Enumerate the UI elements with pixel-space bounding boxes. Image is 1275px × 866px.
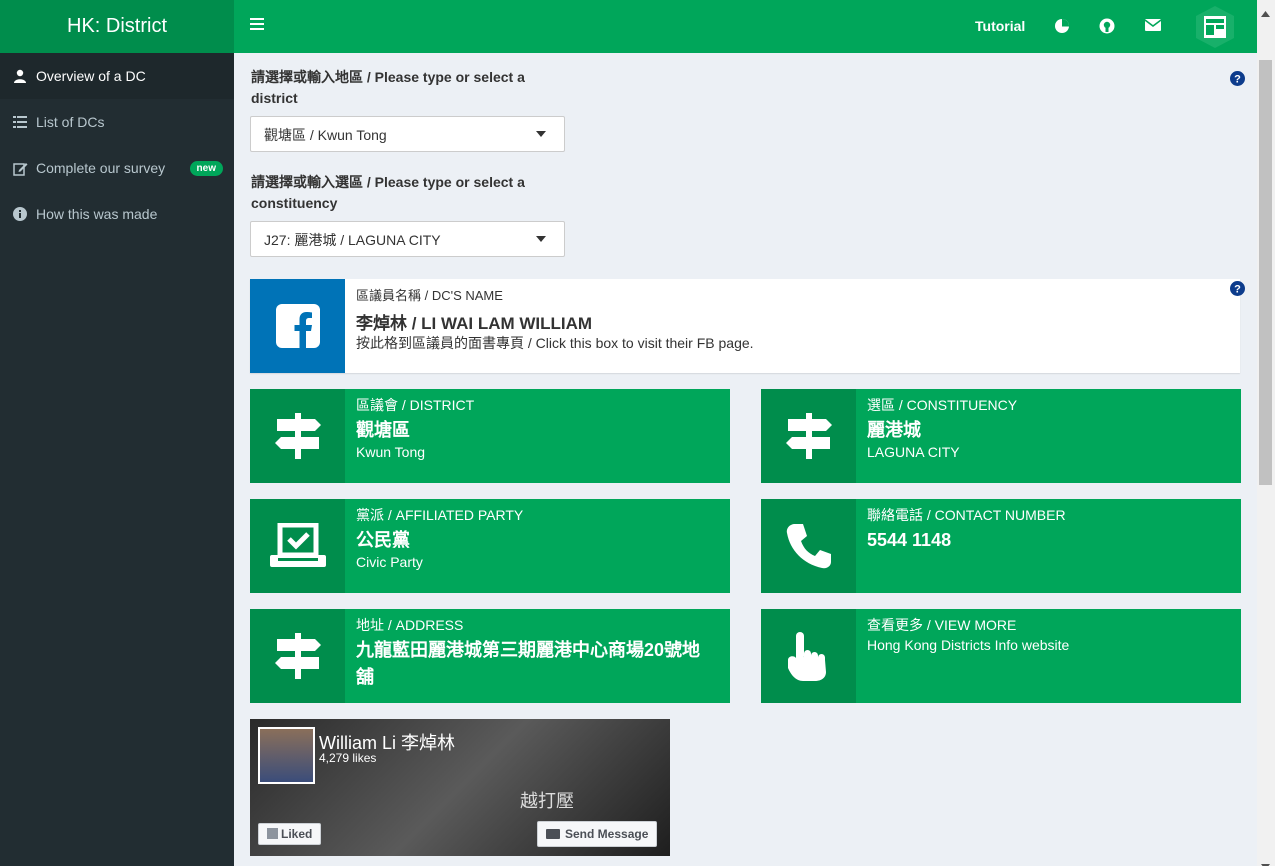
dc-name: 李焯林 / LI WAI LAM WILLIAM <box>356 314 593 333</box>
sidebar-item-label: List of DCs <box>36 114 105 130</box>
edit-icon <box>12 160 28 176</box>
party-info-box: 黨派 / AFFILIATED PARTY 公民黨 Civic Party <box>250 499 730 593</box>
address-key: 地址 / ADDRESS <box>356 617 464 633</box>
sidebar-item-list[interactable]: List of DCs <box>0 99 234 145</box>
message-icon <box>546 829 560 839</box>
scrollbar-thumb[interactable] <box>1259 60 1272 485</box>
new-badge: new <box>189 161 223 176</box>
constituency-select-label: 請選擇或輸入選區 / Please type or select a const… <box>251 174 525 211</box>
liked-button[interactable]: Liked <box>258 823 322 845</box>
chevron-down-icon <box>536 236 546 242</box>
info-icon <box>12 206 28 222</box>
cover-slogan: 越打壓 <box>520 791 574 812</box>
sidebar-item-label: Complete our survey <box>36 160 166 176</box>
svg-text:?: ? <box>1234 74 1241 86</box>
dc-facebook-box[interactable]: 區議員名稱 / DC'S NAME 李焯林 / LI WAI LAM WILLI… <box>250 279 1245 373</box>
top-navbar: Tutorial <box>234 0 1257 53</box>
sidebar-item-survey[interactable]: Complete our survey new <box>0 145 234 191</box>
sidebar-item-label: Overview of a DC <box>36 68 146 84</box>
constituency-select[interactable]: J27: 麗港城 / LAGUNA CITY <box>250 221 565 257</box>
sidebar: HK: District Overview of a DC List of DC… <box>0 0 234 866</box>
constituency-sub: LAGUNA CITY <box>867 444 960 460</box>
envelope-icon[interactable] <box>1144 18 1162 34</box>
menu-toggle-icon[interactable] <box>250 18 264 32</box>
party-sub: Civic Party <box>356 554 423 570</box>
constituency-select-value: J27: 麗港城 / LAGUNA CITY <box>264 232 441 248</box>
constituency-key: 選區 / CONSTITUENCY <box>867 397 1018 413</box>
chevron-down-icon <box>536 131 546 137</box>
view-more-box[interactable]: 查看更多 / VIEW MORE Hong Kong Districts Inf… <box>761 609 1241 703</box>
address-info-box: 地址 / ADDRESS 九龍藍田麗港城第三期麗港中心商場20號地舖 <box>250 609 730 703</box>
signpost-icon <box>761 389 856 483</box>
district-select-value: 觀塘區 / Kwun Tong <box>264 127 387 143</box>
scroll-down-arrow-icon[interactable] <box>1261 857 1270 866</box>
pointing-hand-icon <box>761 609 856 703</box>
view-more-link[interactable]: Hong Kong Districts Info website <box>867 637 1069 653</box>
facebook-icon <box>267 828 278 839</box>
contact-info-box: 聯絡電話 / CONTACT NUMBER 5544 1148 <box>761 499 1241 593</box>
dc-fb-hint: 按此格到區議員的面書專頁 / Click this box to visit t… <box>356 335 754 351</box>
scroll-up-arrow-icon[interactable] <box>1261 4 1270 17</box>
phone-icon <box>761 499 856 593</box>
district-sub: Kwun Tong <box>356 444 426 460</box>
constituency-value: 麗港城 <box>867 420 921 440</box>
user-icon <box>12 68 28 84</box>
view-more-key: 查看更多 / VIEW MORE <box>867 617 1017 633</box>
signpost-icon <box>250 609 345 703</box>
district-select-label: 請選擇或輸入地區 / Please type or select a distr… <box>251 69 525 106</box>
contact-key: 聯絡電話 / CONTACT NUMBER <box>867 507 1066 523</box>
facebook-page-card[interactable]: William Li 李焯林 4,279 likes 越打壓 Liked Sen… <box>250 719 670 856</box>
github-icon[interactable] <box>1099 18 1115 34</box>
party-key: 黨派 / AFFILIATED PARTY <box>356 507 524 523</box>
help-icon[interactable]: ? <box>1230 281 1245 296</box>
district-key: 區議會 / DISTRICT <box>356 397 475 413</box>
site-logo-icon[interactable] <box>1196 6 1234 48</box>
send-message-button[interactable]: Send Message <box>537 821 658 847</box>
tutorial-link[interactable]: Tutorial <box>975 18 1025 34</box>
list-icon <box>12 114 28 130</box>
brand-logo[interactable]: HK: District <box>0 0 234 53</box>
facebook-icon <box>250 279 345 373</box>
constituency-info-box: 選區 / CONSTITUENCY 麗港城 LAGUNA CITY <box>761 389 1241 483</box>
signpost-icon <box>250 389 345 483</box>
fb-likes-count: 4,279 likes <box>319 751 377 765</box>
main-content: 請選擇或輸入地區 / Please type or select a distr… <box>234 53 1257 866</box>
help-icon[interactable]: ? <box>1230 71 1245 86</box>
dc-name-title: 區議員名稱 / DC'S NAME <box>356 288 503 303</box>
address-value: 九龍藍田麗港城第三期麗港中心商場20號地舖 <box>356 640 701 687</box>
district-value: 觀塘區 <box>356 420 410 440</box>
district-select[interactable]: 觀塘區 / Kwun Tong <box>250 116 565 152</box>
pie-chart-icon[interactable] <box>1054 18 1070 34</box>
svg-text:?: ? <box>1234 284 1241 296</box>
sidebar-item-overview[interactable]: Overview of a DC <box>0 53 234 99</box>
district-info-box: 區議會 / DISTRICT 觀塘區 Kwun Tong <box>250 389 730 483</box>
ballot-box-icon <box>250 499 345 593</box>
party-value: 公民黨 <box>356 530 410 550</box>
sidebar-item-label: How this was made <box>36 206 158 222</box>
contact-value: 5544 1148 <box>867 530 952 550</box>
avatar <box>258 727 315 784</box>
sidebar-item-howmade[interactable]: How this was made <box>0 191 234 237</box>
